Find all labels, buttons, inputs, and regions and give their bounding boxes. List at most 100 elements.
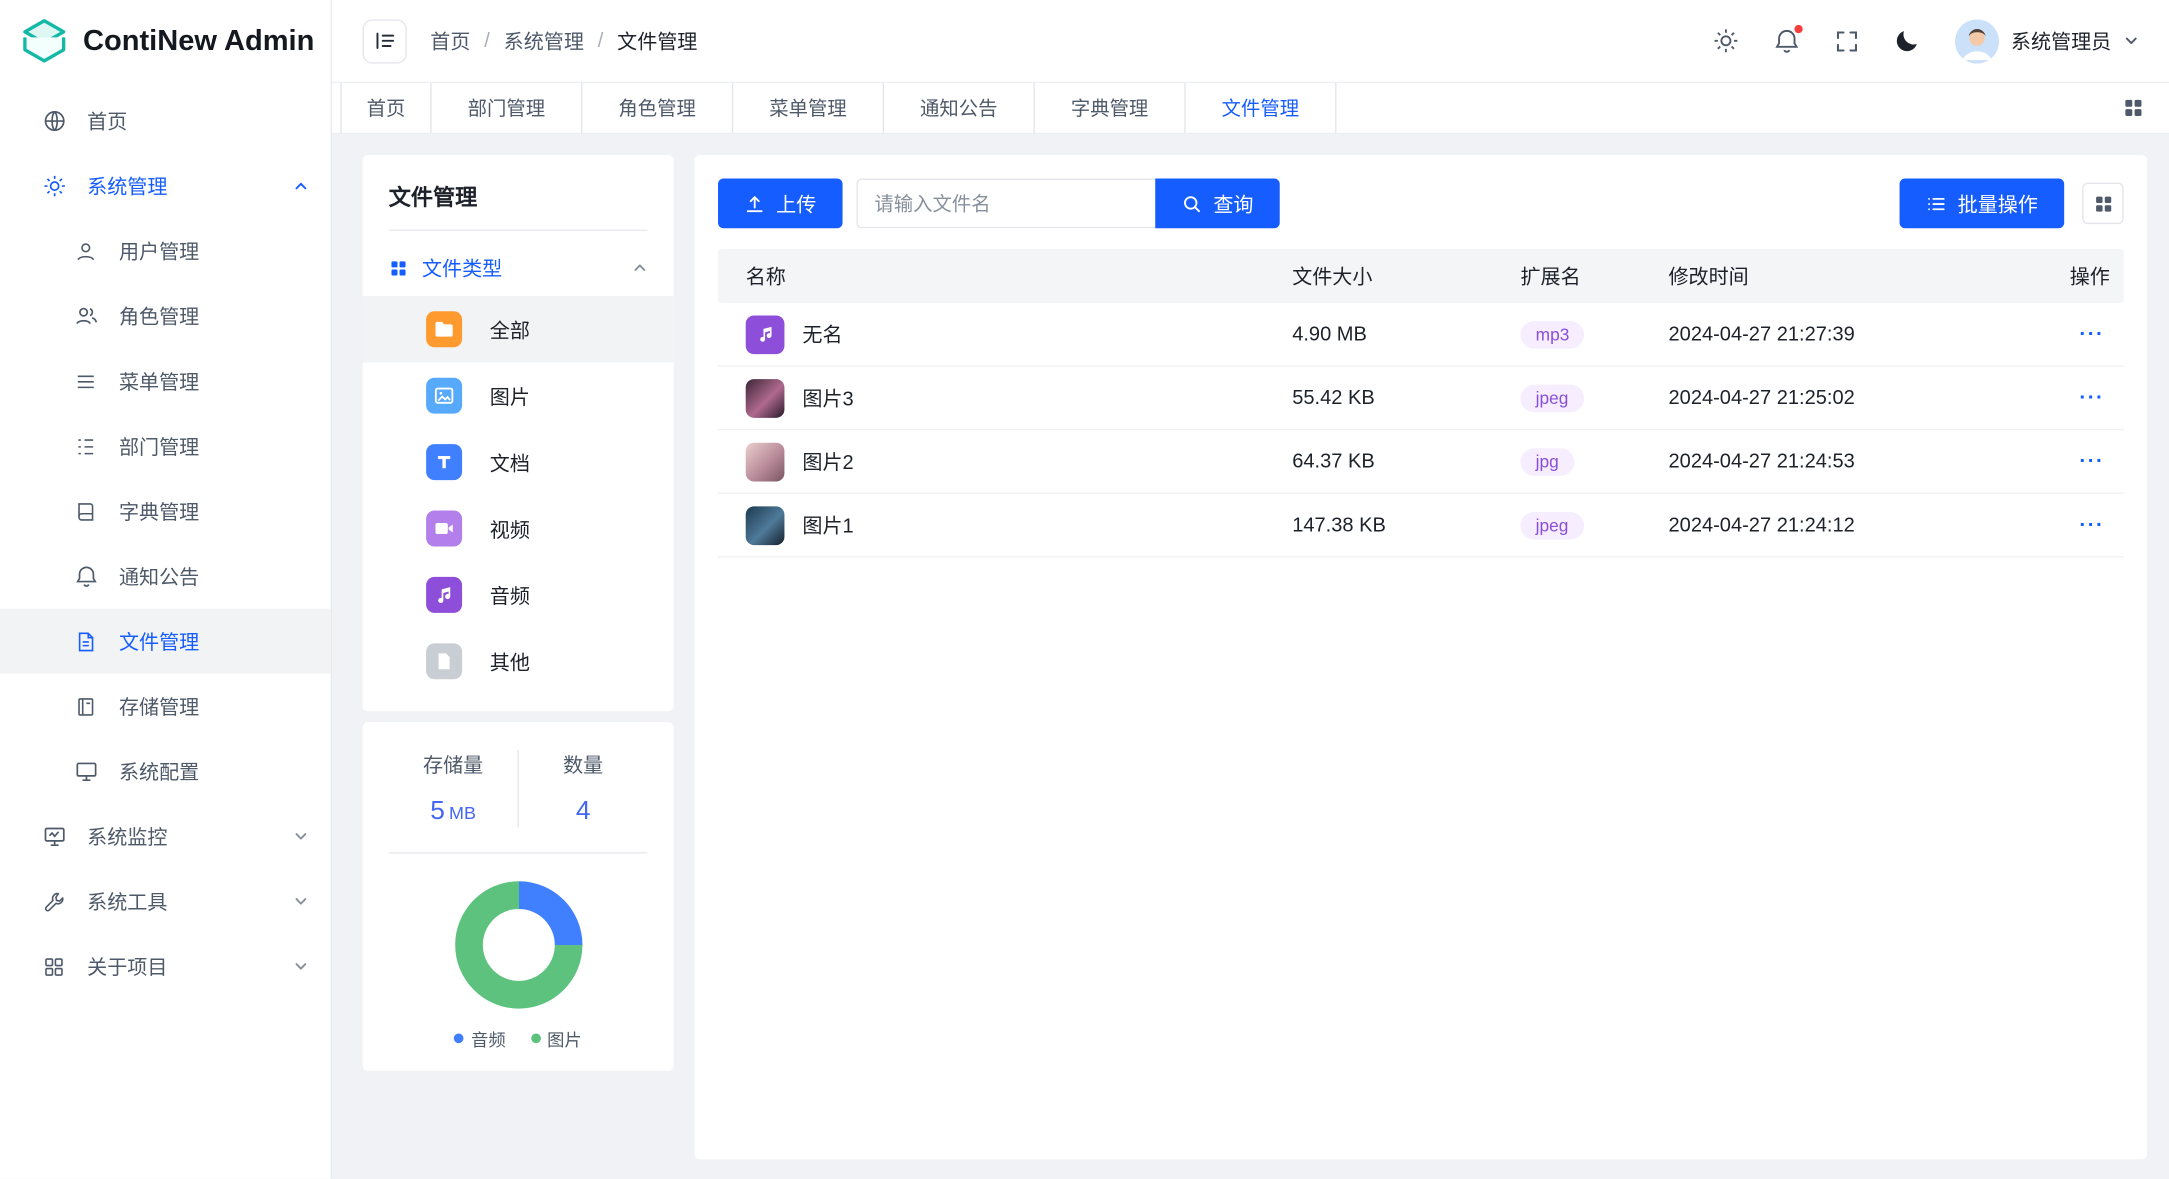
breadcrumb-home[interactable]: 首页 bbox=[430, 26, 470, 55]
dark-mode-moon-icon[interactable] bbox=[1893, 28, 1919, 54]
sidebar-item-file-mgmt[interactable]: 文件管理 bbox=[0, 609, 331, 674]
grid-view-icon[interactable] bbox=[2082, 183, 2124, 225]
notifications-bell-icon[interactable] bbox=[1773, 28, 1799, 54]
header-actions: 系统管理员 bbox=[1712, 19, 2139, 63]
file-type-label: 全部 bbox=[490, 315, 530, 344]
tab-home[interactable]: 首页 bbox=[340, 83, 431, 133]
legend-dot-images bbox=[531, 1033, 541, 1043]
top-header: 首页 / 系统管理 / 文件管理 bbox=[332, 0, 2169, 83]
users-icon bbox=[73, 304, 98, 329]
row-actions-button[interactable]: ··· bbox=[2074, 383, 2110, 412]
sidebar-item-label: 菜单管理 bbox=[119, 367, 199, 396]
tab-dict-mgmt[interactable]: 字典管理 bbox=[1035, 83, 1186, 133]
tab-menu-mgmt[interactable]: 菜单管理 bbox=[733, 83, 884, 133]
table-row[interactable]: 图片3 55.42 KB jpeg 2024-04-27 21:25:02 ··… bbox=[718, 367, 2124, 431]
sidebar-item-system-monitor[interactable]: 系统监控 bbox=[0, 804, 331, 869]
tab-notice[interactable]: 通知公告 bbox=[884, 83, 1035, 133]
chevron-down-icon bbox=[293, 959, 308, 974]
file-modified-time: 2024-04-27 21:24:53 bbox=[1669, 450, 2015, 472]
header-name: 名称 bbox=[718, 261, 1292, 290]
table-row[interactable]: 图片2 64.37 KB jpg 2024-04-27 21:24:53 ··· bbox=[718, 430, 2124, 494]
file-type-label: 其他 bbox=[490, 647, 530, 676]
sidebar: ContiNew Admin 首页 系统管理 bbox=[0, 0, 332, 1179]
file-type-videos[interactable]: 视频 bbox=[362, 495, 673, 561]
file-type-other[interactable]: 其他 bbox=[362, 628, 673, 694]
row-actions-button[interactable]: ··· bbox=[2074, 320, 2110, 349]
sidebar-item-dict-mgmt[interactable]: 字典管理 bbox=[0, 479, 331, 544]
query-button[interactable]: 查询 bbox=[1155, 178, 1280, 228]
batch-operations-button[interactable]: 批量操作 bbox=[1900, 178, 2065, 228]
header-ext: 扩展名 bbox=[1520, 261, 1668, 290]
sidebar-item-dept-mgmt[interactable]: 部门管理 bbox=[0, 414, 331, 479]
file-type-documents[interactable]: 文档 bbox=[362, 429, 673, 495]
sidebar-item-menu-mgmt[interactable]: 菜单管理 bbox=[0, 349, 331, 414]
storage-donut bbox=[454, 881, 581, 1008]
file-ext-cell: mp3 bbox=[1520, 320, 1668, 348]
legend-dot-audio bbox=[454, 1033, 464, 1043]
tab-options-grid-icon[interactable] bbox=[2097, 83, 2169, 133]
settings-gear-icon[interactable] bbox=[1712, 28, 1738, 54]
file-name-cell: 图片3 bbox=[718, 378, 1292, 417]
file-table: 名称 文件大小 扩展名 修改时间 操作 无名 4.90 MB bbox=[718, 249, 2124, 558]
sidebar-item-notice[interactable]: 通知公告 bbox=[0, 544, 331, 609]
image-thumbnail bbox=[746, 506, 785, 545]
sidebar-item-about[interactable]: 关于项目 bbox=[0, 934, 331, 999]
file-modified-time: 2024-04-27 21:25:02 bbox=[1669, 387, 2015, 409]
file-type-label: 文档 bbox=[490, 448, 530, 477]
document-icon bbox=[73, 629, 98, 654]
file-type-images[interactable]: 图片 bbox=[362, 362, 673, 428]
chevron-down-icon bbox=[293, 894, 308, 909]
file-name-cell: 无名 bbox=[718, 315, 1292, 354]
count-value: 4 bbox=[519, 797, 648, 827]
file-modified-time: 2024-04-27 21:24:12 bbox=[1669, 514, 2015, 536]
donut-legend: 音频 图片 bbox=[362, 1025, 673, 1051]
sidebar-item-label: 系统工具 bbox=[87, 887, 167, 916]
table-row[interactable]: 图片1 147.38 KB jpeg 2024-04-27 21:24:12 ·… bbox=[718, 494, 2124, 558]
ext-tag: jpeg bbox=[1520, 384, 1583, 412]
audio-file-icon bbox=[746, 315, 785, 354]
sidebar-item-user-mgmt[interactable]: 用户管理 bbox=[0, 219, 331, 284]
chevron-down-icon bbox=[293, 829, 308, 844]
file-type-all[interactable]: 全部 bbox=[362, 296, 673, 362]
sidebar-item-storage-mgmt[interactable]: 存储管理 bbox=[0, 674, 331, 739]
row-actions-button[interactable]: ··· bbox=[2074, 511, 2110, 540]
sidebar-item-system-config[interactable]: 系统配置 bbox=[0, 739, 331, 804]
fullscreen-icon[interactable] bbox=[1834, 28, 1859, 53]
audio-icon bbox=[426, 577, 462, 613]
breadcrumb-system-mgmt[interactable]: 系统管理 bbox=[504, 26, 584, 55]
sidebar-item-system-tools[interactable]: 系统工具 bbox=[0, 869, 331, 934]
main-area: 首页 / 系统管理 / 文件管理 bbox=[332, 0, 2169, 1179]
file-type-audio[interactable]: 音频 bbox=[362, 562, 673, 628]
file-modified-time: 2024-04-27 21:27:39 bbox=[1669, 323, 2015, 345]
tab-file-mgmt[interactable]: 文件管理 bbox=[1186, 83, 1337, 133]
user-icon bbox=[73, 239, 98, 264]
search-group: 查询 bbox=[856, 178, 1279, 228]
upload-button[interactable]: 上传 bbox=[718, 178, 843, 228]
row-actions-button[interactable]: ··· bbox=[2074, 447, 2110, 476]
logo[interactable]: ContiNew Admin bbox=[0, 0, 331, 83]
tab-role-mgmt[interactable]: 角色管理 bbox=[582, 83, 733, 133]
file-type-panel: 文件管理 文件类型 全部 bbox=[362, 155, 673, 711]
image-thumbnail bbox=[746, 378, 785, 417]
sidebar-item-system-mgmt[interactable]: 系统管理 bbox=[0, 154, 331, 219]
ext-tag: mp3 bbox=[1520, 320, 1584, 348]
header-size: 文件大小 bbox=[1292, 261, 1520, 290]
file-size: 147.38 KB bbox=[1292, 514, 1520, 536]
bell-icon bbox=[73, 564, 98, 589]
user-name: 系统管理员 bbox=[2011, 26, 2111, 55]
sidebar-item-home[interactable]: 首页 bbox=[0, 89, 331, 154]
sidebar-item-label: 系统管理 bbox=[87, 172, 167, 201]
table-row[interactable]: 无名 4.90 MB mp3 2024-04-27 21:27:39 ··· bbox=[718, 303, 2124, 367]
file-name: 图片1 bbox=[802, 511, 853, 540]
ext-tag: jpeg bbox=[1520, 511, 1583, 539]
app-root: ContiNew Admin 首页 系统管理 bbox=[0, 0, 2169, 1179]
search-input[interactable] bbox=[856, 178, 1155, 228]
notification-dot bbox=[1792, 24, 1803, 35]
tab-dept-mgmt[interactable]: 部门管理 bbox=[432, 83, 583, 133]
file-ext-cell: jpeg bbox=[1520, 511, 1668, 539]
sidebar-item-role-mgmt[interactable]: 角色管理 bbox=[0, 284, 331, 349]
sidebar-item-label: 系统配置 bbox=[119, 757, 199, 786]
sidebar-collapse-button[interactable] bbox=[362, 19, 406, 63]
file-type-section-toggle[interactable]: 文件类型 bbox=[362, 231, 673, 296]
user-menu[interactable]: 系统管理员 bbox=[1954, 19, 2139, 63]
